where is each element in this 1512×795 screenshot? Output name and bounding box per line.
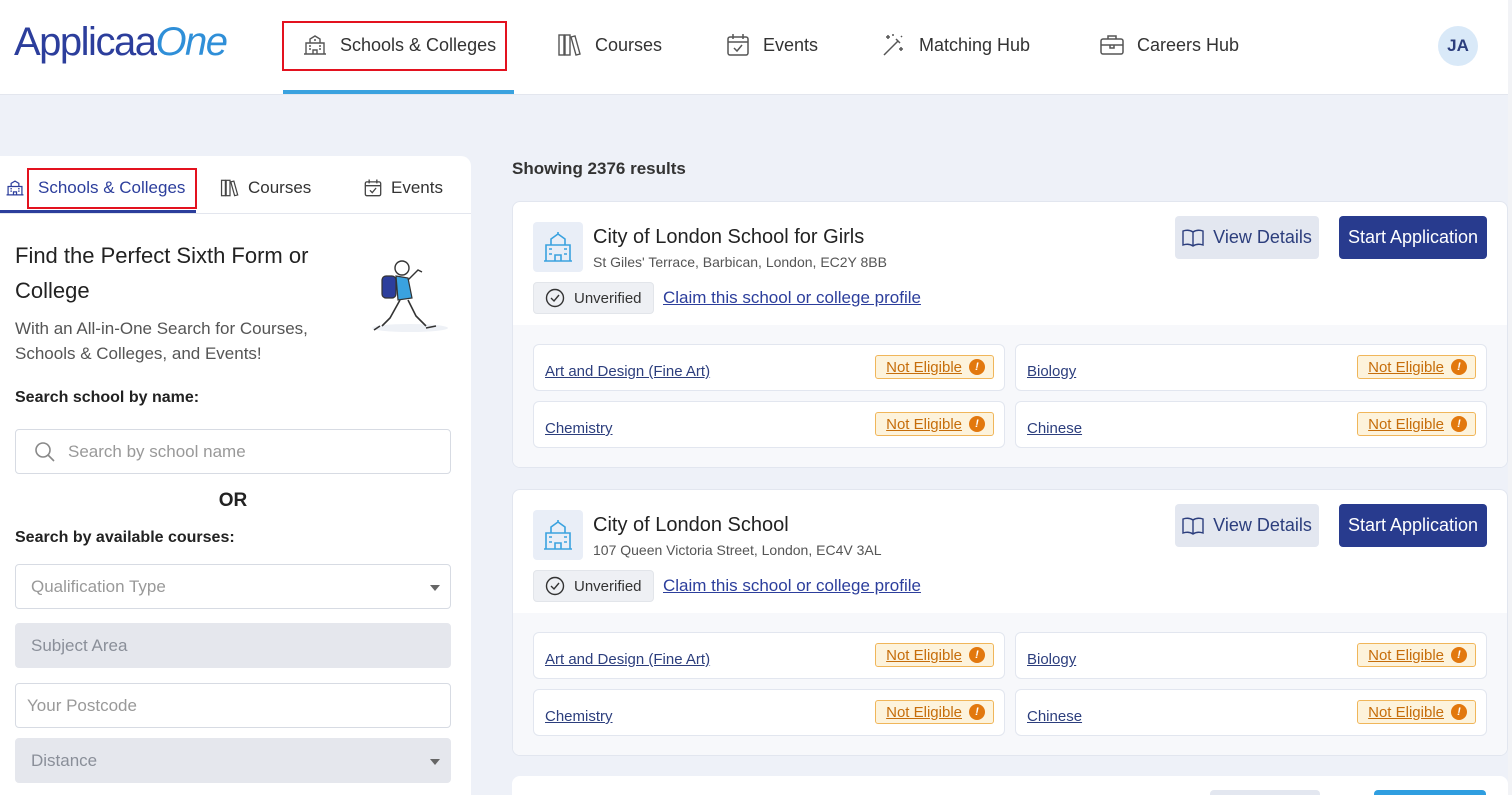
course-list: Art and Design (Fine Art) Not Eligible! … [513, 613, 1507, 755]
course-item: Chemistry Not Eligible! [533, 689, 1005, 736]
school-card: City of London School 107 Queen Victoria… [512, 489, 1508, 756]
books-icon [558, 34, 581, 56]
eligibility-badge[interactable]: Not Eligible! [875, 355, 994, 379]
school-search-input[interactable]: Search by school name [15, 429, 451, 474]
course-link[interactable]: Biology [1027, 651, 1076, 668]
briefcase-icon [1100, 35, 1124, 55]
page-scrollbar[interactable] [1508, 0, 1512, 795]
nav-highlight-box [282, 21, 507, 71]
eligibility-badge[interactable]: Not Eligible! [1357, 700, 1476, 724]
open-book-icon [1182, 517, 1204, 535]
user-avatar[interactable]: JA [1438, 26, 1478, 66]
warning-icon: ! [969, 704, 985, 720]
course-link[interactable]: Art and Design (Fine Art) [545, 651, 710, 668]
unverified-badge: Unverified [533, 282, 654, 314]
school-logo [533, 222, 583, 272]
panel-title: Find the Perfect Sixth Form or College [15, 243, 309, 303]
course-item: Art and Design (Fine Art) Not Eligible! [533, 632, 1005, 679]
calendar-check-icon [364, 179, 382, 197]
search-by-courses-label: Search by available courses: [15, 529, 235, 546]
hiker-illustration [372, 260, 448, 332]
open-book-icon [1182, 229, 1204, 247]
eligibility-badge[interactable]: Not Eligible! [1357, 412, 1476, 436]
nav-item-events[interactable]: Events [725, 28, 818, 62]
warning-icon: ! [1451, 647, 1467, 663]
claim-profile-link[interactable]: Claim this school or college profile [663, 576, 921, 596]
nav-item-courses[interactable]: Courses [557, 28, 662, 62]
eligibility-badge[interactable]: Not Eligible! [875, 412, 994, 436]
course-link[interactable]: Chinese [1027, 708, 1082, 725]
nav-item-careers-hub[interactable]: Careers Hub [1099, 28, 1239, 62]
search-by-name-label: Search school by name: [15, 389, 200, 406]
course-item: Biology Not Eligible! [1015, 632, 1487, 679]
school-card: City of London School for Girls St Giles… [512, 201, 1508, 468]
tab-highlight-box [27, 168, 197, 209]
view-details-button[interactable]: View Details [1175, 504, 1319, 547]
top-navigation: ApplicaaOne Schools & Colleges Courses E… [0, 0, 1512, 95]
course-link[interactable]: Art and Design (Fine Art) [545, 363, 710, 380]
school-building-icon [544, 232, 572, 262]
tab-events[interactable]: Events [363, 178, 443, 198]
course-link[interactable]: Biology [1027, 363, 1076, 380]
claim-profile-link[interactable]: Claim this school or college profile [663, 288, 921, 308]
search-tabs: Schools & Colleges Courses Events [0, 156, 471, 214]
course-link[interactable]: Chemistry [545, 420, 613, 437]
course-item: Chinese Not Eligible! [1015, 689, 1487, 736]
school-card-partial [512, 776, 1508, 795]
subject-area-select: Subject Area [15, 623, 451, 668]
school-icon [6, 180, 24, 196]
school-address: St Giles' Terrace, Barbican, London, EC2… [593, 254, 887, 270]
chevron-down-icon [430, 585, 440, 591]
search-panel: Schools & Colleges Courses Events Find t… [0, 156, 471, 795]
brand-logo[interactable]: ApplicaaOne [14, 20, 228, 65]
warning-icon: ! [1451, 359, 1467, 375]
start-application-button-partial[interactable] [1374, 790, 1486, 795]
course-item: Art and Design (Fine Art) Not Eligible! [533, 344, 1005, 391]
warning-icon: ! [969, 416, 985, 432]
postcode-input[interactable]: Your Postcode [15, 683, 451, 728]
school-logo [533, 510, 583, 560]
magic-wand-icon [883, 34, 903, 56]
warning-icon: ! [969, 359, 985, 375]
tab-courses[interactable]: Courses [220, 178, 311, 198]
course-link[interactable]: Chemistry [545, 708, 613, 725]
warning-icon: ! [1451, 704, 1467, 720]
school-card-header: City of London School 107 Queen Victoria… [513, 490, 1507, 613]
or-divider: OR [218, 490, 248, 511]
unverified-badge: Unverified [533, 570, 654, 602]
check-circle-icon [545, 288, 565, 308]
course-item: Biology Not Eligible! [1015, 344, 1487, 391]
course-list: Art and Design (Fine Art) Not Eligible! … [513, 325, 1507, 467]
calendar-check-icon [727, 34, 749, 56]
course-link[interactable]: Chinese [1027, 420, 1082, 437]
eligibility-badge[interactable]: Not Eligible! [1357, 355, 1476, 379]
warning-icon: ! [969, 647, 985, 663]
school-building-icon [544, 520, 572, 550]
results-count: Showing 2376 results [512, 159, 686, 178]
eligibility-badge[interactable]: Not Eligible! [875, 643, 994, 667]
chevron-down-icon [430, 759, 440, 765]
school-card-header: City of London School for Girls St Giles… [513, 202, 1507, 325]
school-address: 107 Queen Victoria Street, London, EC4V … [593, 542, 882, 558]
view-details-button-partial[interactable] [1210, 790, 1320, 795]
start-application-button[interactable]: Start Application [1339, 216, 1487, 259]
nav-item-matching-hub[interactable]: Matching Hub [881, 28, 1030, 62]
view-details-button[interactable]: View Details [1175, 216, 1319, 259]
start-application-button[interactable]: Start Application [1339, 504, 1487, 547]
course-item: Chemistry Not Eligible! [533, 401, 1005, 448]
warning-icon: ! [1451, 416, 1467, 432]
school-name[interactable]: City of London School [593, 514, 789, 537]
tab-active-indicator [0, 210, 196, 213]
eligibility-badge[interactable]: Not Eligible! [875, 700, 994, 724]
distance-select: Distance [15, 738, 451, 783]
check-circle-icon [545, 576, 565, 596]
course-item: Chinese Not Eligible! [1015, 401, 1487, 448]
qualification-type-select[interactable]: Qualification Type [15, 564, 451, 609]
school-name[interactable]: City of London School for Girls [593, 226, 864, 249]
panel-subtitle: With an All-in-One Search for Courses, S… [15, 319, 308, 363]
eligibility-badge[interactable]: Not Eligible! [1357, 643, 1476, 667]
nav-active-indicator [283, 90, 514, 94]
search-icon [35, 441, 55, 462]
books-icon [220, 179, 239, 197]
